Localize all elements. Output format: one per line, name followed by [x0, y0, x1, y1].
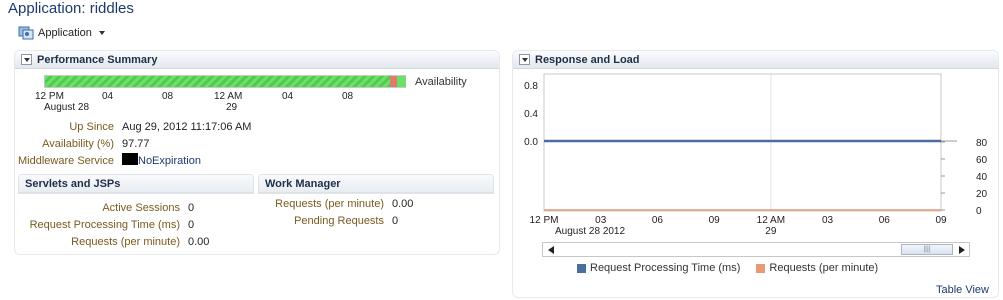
- legend-item: Request Processing Time (ms): [577, 262, 740, 274]
- collapse-toggle-icon[interactable]: [519, 54, 530, 65]
- performance-summary-title: Performance Summary: [37, 53, 158, 66]
- time-tick: 04: [282, 91, 294, 102]
- collapse-toggle-icon[interactable]: [21, 54, 32, 65]
- date-label: 29: [226, 102, 238, 113]
- time-tick: 04: [102, 91, 114, 102]
- work-manager-header: Work Manager: [259, 175, 493, 193]
- legend-label: Request Processing Time (ms): [590, 262, 741, 274]
- work-manager-row-label: Requests (per minute): [275, 198, 384, 210]
- x-tick-label: 06: [652, 215, 664, 226]
- chart-scrollbar[interactable]: ||||: [542, 242, 970, 257]
- y-right-tick-label: 40: [976, 172, 988, 183]
- response-load-header: Response and Load: [513, 51, 998, 69]
- field-label: Up Since: [69, 121, 114, 133]
- chart-legend: Request Processing Time (ms) Requests (p…: [577, 262, 878, 274]
- y-left-tick-label: 0.4: [524, 109, 538, 120]
- scroll-right-button[interactable]: [954, 243, 969, 256]
- plot-area: [543, 73, 942, 212]
- scroll-left-button[interactable]: [543, 243, 558, 256]
- servlet-row-value: 0: [188, 202, 195, 214]
- legend-item: Requests (per minute): [756, 262, 878, 274]
- service-status-icon: [122, 153, 138, 165]
- x-tick-label: 09: [935, 215, 947, 226]
- table-view-link[interactable]: Table View: [936, 284, 989, 296]
- application-menu-label: Application: [38, 27, 92, 39]
- time-tick: 08: [342, 91, 354, 102]
- response-load-chart: 0.80.40.0 806040200 12 PMAugust 28 20120…: [524, 73, 988, 237]
- x-tick-label: 09: [709, 215, 721, 226]
- work-manager-row-value: 0: [392, 215, 399, 227]
- x-tick-label: 06: [879, 215, 891, 226]
- performance-summary-header: Performance Summary: [15, 51, 499, 69]
- legend-swatch: [577, 263, 586, 273]
- legend-swatch: [756, 263, 766, 273]
- x-tick-label: 12 PM: [530, 215, 559, 226]
- x-sub-label: August 28 2012: [555, 226, 625, 237]
- y-right-tick-label: 60: [976, 155, 988, 166]
- availability-bar-fill: [45, 76, 390, 87]
- work-manager-row-label: Pending Requests: [294, 215, 384, 227]
- x-tick-label: 03: [822, 215, 834, 226]
- servlets-header: Servlets and JSPs: [19, 175, 253, 193]
- time-tick: 08: [162, 91, 174, 102]
- application-icon: [18, 24, 34, 43]
- availability-bar-end: [397, 76, 406, 87]
- availability-value: 97.77: [122, 138, 150, 150]
- x-tick-label: 03: [595, 215, 607, 226]
- response-load-title: Response and Load: [535, 53, 640, 66]
- y-left-tick-label: 0.8: [524, 81, 538, 92]
- availability-gap-marker: [390, 76, 397, 87]
- y-right-tick-label: 0: [976, 206, 982, 217]
- servlet-row-label: Requests (per minute): [71, 236, 180, 248]
- y-left-tick-label: 0.0: [524, 137, 538, 148]
- x-sub-label: 29: [765, 226, 777, 237]
- y-right-tick-label: 20: [976, 189, 988, 200]
- middleware-service-link[interactable]: NoExpiration: [138, 155, 201, 167]
- servlet-row-value: 0.00: [188, 236, 210, 248]
- time-tick: 12 PM: [35, 91, 64, 102]
- field-label: Middleware Service: [18, 155, 114, 167]
- chevron-down-icon: [98, 31, 105, 35]
- servlets-section: Servlets and JSPs: [18, 174, 254, 194]
- date-label: August 28: [44, 102, 90, 113]
- y-right-tick-label: 80: [976, 138, 988, 149]
- scroll-thumb[interactable]: ||||: [901, 244, 953, 255]
- availability-bar: [44, 75, 406, 88]
- up-since-value: Aug 29, 2012 11:17:06 AM: [122, 121, 252, 133]
- application-menu[interactable]: Application: [18, 24, 105, 42]
- availability-label: Availability: [415, 76, 467, 88]
- servlet-row-value: 0: [188, 219, 195, 231]
- field-label: Availability (%): [42, 138, 114, 150]
- page-title: Application: riddles: [8, 0, 134, 17]
- servlet-row-label: Active Sessions: [102, 202, 180, 214]
- x-tick-label: 12 AM: [757, 215, 785, 226]
- servlet-row-label: Request Processing Time (ms): [29, 219, 180, 231]
- time-tick: 12 AM: [214, 91, 243, 102]
- work-manager-row-value: 0.00: [392, 198, 414, 210]
- work-manager-section: Work Manager: [258, 174, 494, 194]
- legend-label: Requests (per minute): [769, 262, 879, 274]
